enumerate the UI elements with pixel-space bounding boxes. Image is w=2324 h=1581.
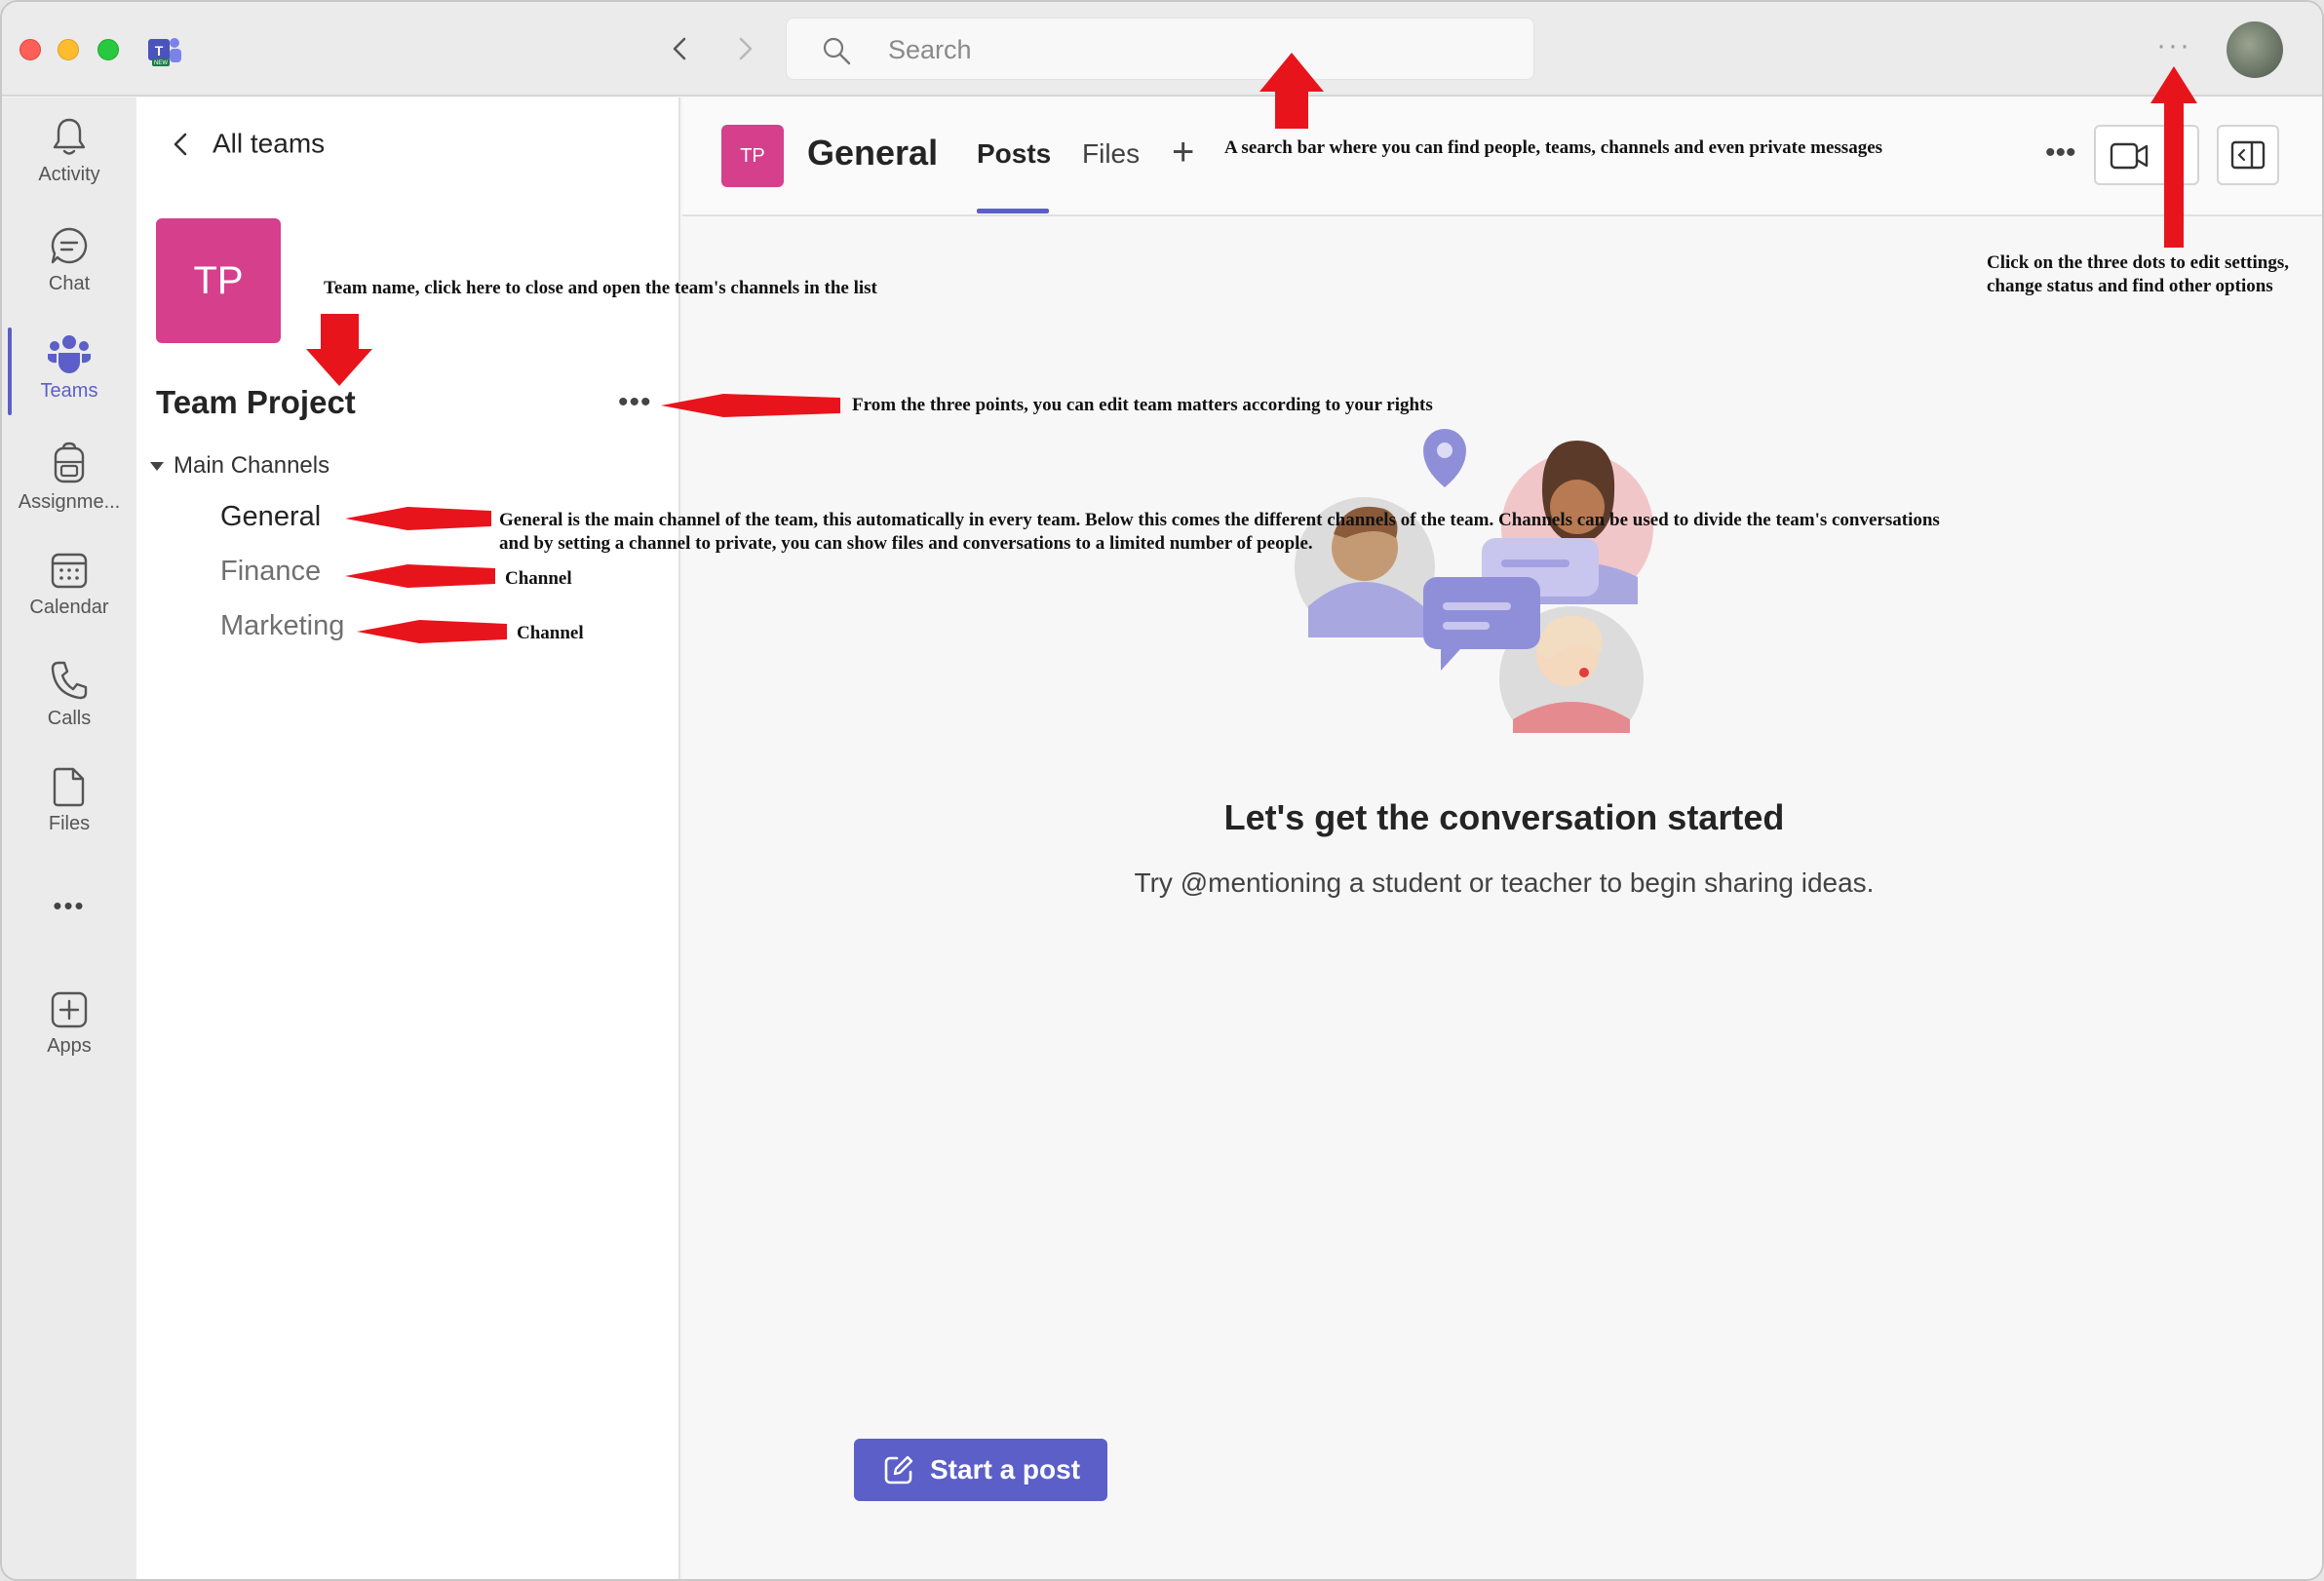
annotation-team-name: Team name, click here to close and open … [324,278,877,298]
annotation-finance: Channel [505,568,572,589]
annotation-search: A search bar where you can find people, … [1224,137,1883,158]
app-window: T NEW ··· Activity [0,0,2324,1581]
annotation-team-dots: From the three points, you can edit team… [852,395,1433,415]
annotation-general: General is the main channel of the team,… [499,510,1940,554]
annotation-settings: Click on the three dots to edit settings… [1987,252,2289,296]
annotation-marketing: Channel [517,623,584,643]
annotation-arrows [306,53,2197,643]
